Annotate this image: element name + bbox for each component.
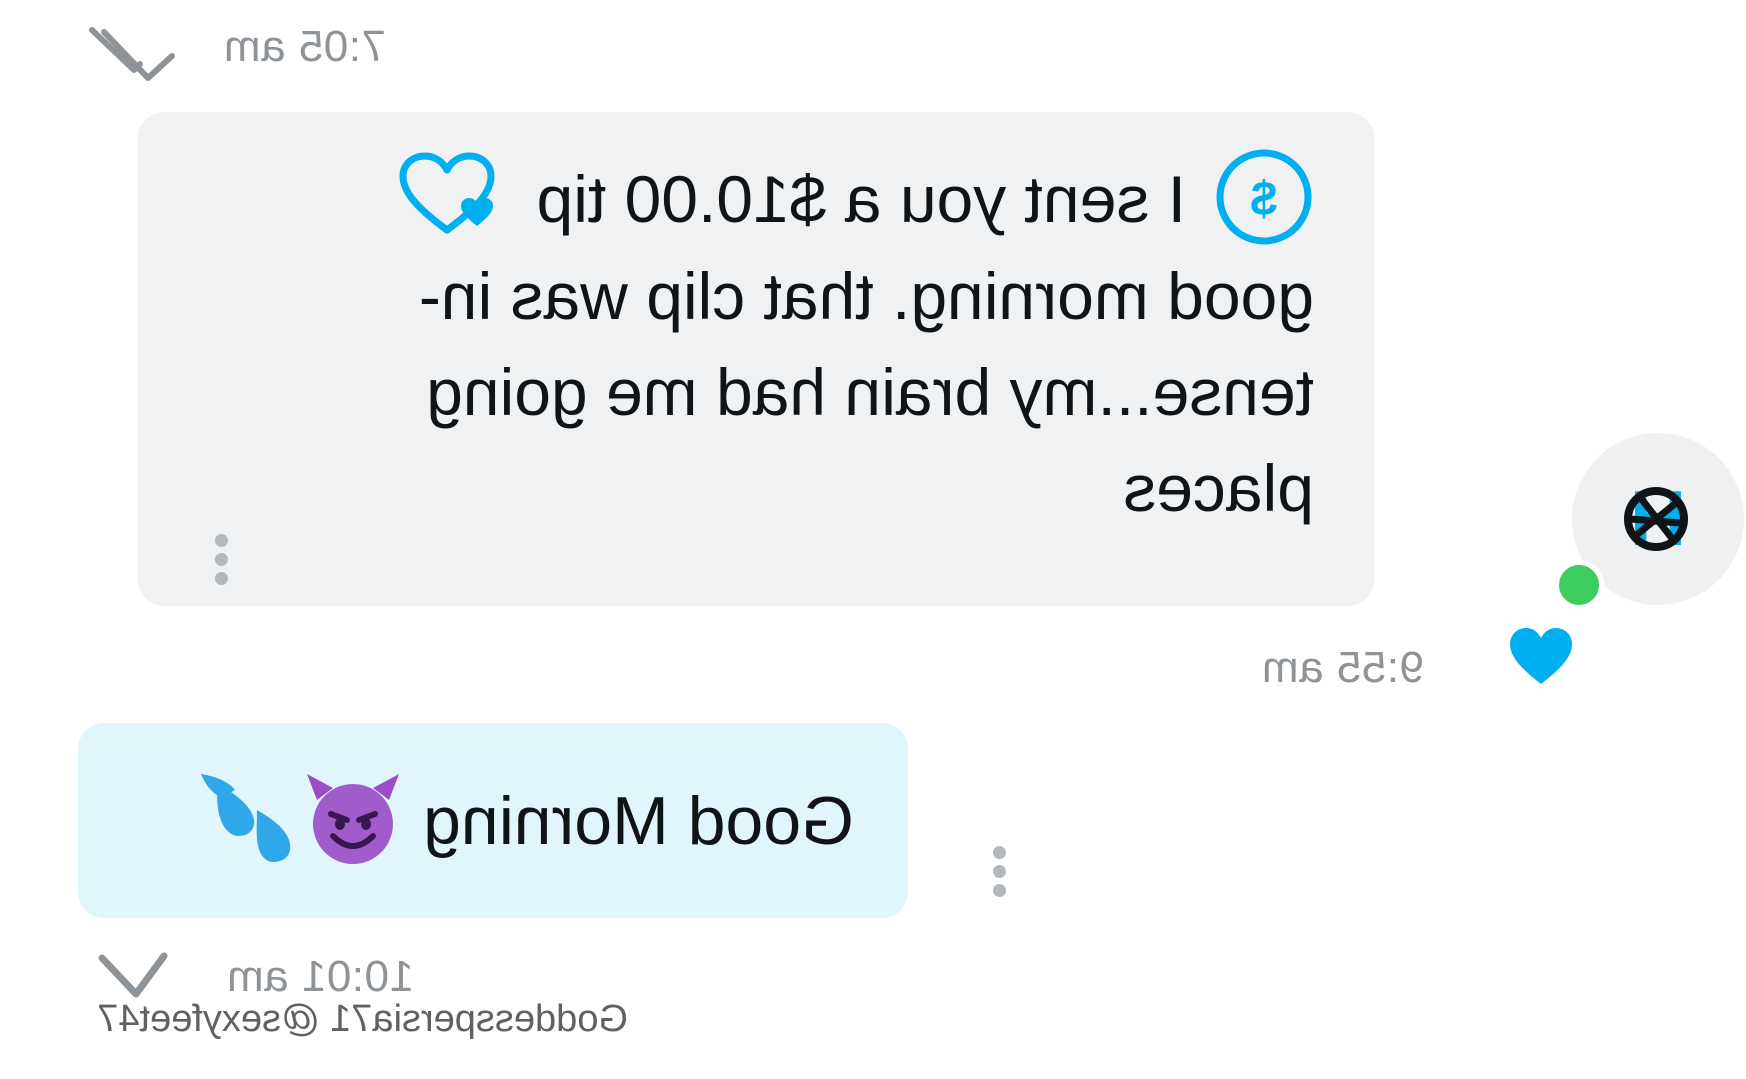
tip-header: $ I sent you a $10.00 tip (198, 149, 1314, 247)
outgoing-message-options-icon[interactable] (993, 840, 1006, 903)
liked-heart-icon[interactable] (1508, 626, 1574, 691)
top-timestamp: 7:05 am (223, 22, 386, 71)
watermark: Goddesspersia71 @sexyfeet47 (97, 998, 628, 1040)
outgoing-timestamp: 10:01 am (226, 952, 414, 1001)
smiling-imp-emoji (303, 770, 403, 871)
incoming-message-options-icon[interactable] (215, 528, 228, 591)
outgoing-message-text: Good Morning (423, 782, 854, 859)
svg-text:$: $ (1250, 173, 1277, 226)
tip-label: I sent you a $10.00 tip (536, 162, 1186, 236)
chat-thread: 7:05 am H $ I sent you a $10.00 tip (0, 0, 1746, 1079)
heart-outline-icon[interactable] (397, 152, 497, 247)
dollar-circle-icon: $ (1214, 147, 1314, 252)
online-status-indicator (1554, 560, 1604, 610)
outgoing-message-bubble[interactable]: Good Morning (78, 723, 908, 918)
sweat-droplets-emoji (197, 770, 297, 871)
incoming-message-text: good morning. that clip was in-tense...m… (418, 259, 1314, 525)
double-check-icon (86, 24, 178, 89)
incoming-timestamp: 9:55 am (1261, 643, 1424, 692)
incoming-message-bubble[interactable]: $ I sent you a $10.00 tip good morning. … (138, 112, 1374, 606)
